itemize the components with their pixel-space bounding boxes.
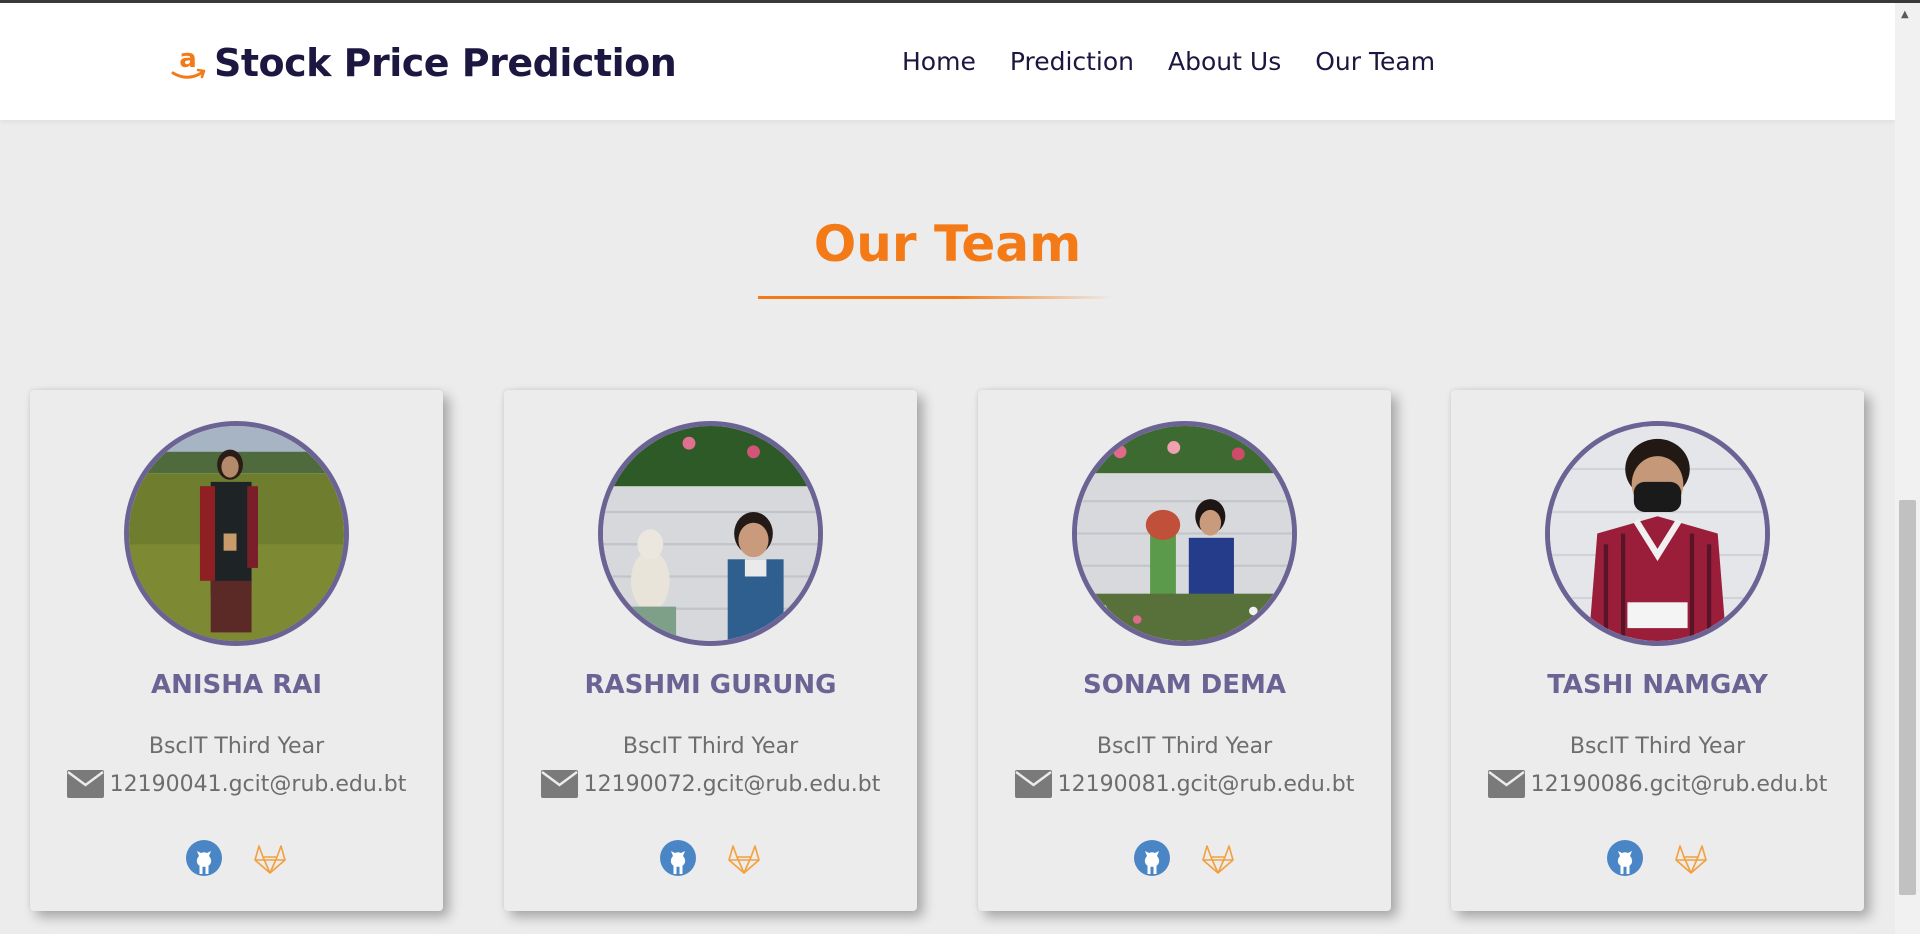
nav-link-about-us[interactable]: About Us: [1168, 47, 1281, 76]
member-email-row: 12190081.gcit@rub.edu.bt: [978, 770, 1391, 798]
amazon-a-icon: a: [171, 44, 206, 79]
member-email[interactable]: 12190041.gcit@rub.edu.bt: [110, 772, 407, 797]
team-card: SONAM DEMA BscIT Third Year 12190081.gci…: [978, 390, 1391, 911]
envelope-icon: [1487, 770, 1525, 798]
member-role: BscIT Third Year: [1569, 734, 1746, 759]
social-links: [30, 840, 443, 876]
member-role: BscIT Third Year: [622, 734, 799, 759]
team-card: ANISHA RAI BscIT Third Year 12190041.gci…: [30, 390, 443, 911]
gitlab-icon[interactable]: [1673, 840, 1709, 876]
member-name: RASHMI GURUNG: [584, 670, 837, 700]
team-card: RASHMI GURUNG BscIT Third Year 12190072.…: [504, 390, 917, 911]
member-photo: [598, 421, 823, 646]
member-email[interactable]: 12190086.gcit@rub.edu.bt: [1531, 772, 1828, 797]
social-links: [1451, 840, 1864, 876]
social-links: [978, 840, 1391, 876]
team-card: TASHI NAMGAY BscIT Third Year 12190086.g…: [1451, 390, 1864, 911]
member-email-row: 12190086.gcit@rub.edu.bt: [1451, 770, 1864, 798]
member-name: TASHI NAMGAY: [1547, 670, 1768, 700]
envelope-icon: [66, 770, 104, 798]
member-name: SONAM DEMA: [1083, 670, 1286, 700]
github-icon[interactable]: [659, 840, 696, 876]
gitlab-icon[interactable]: [726, 840, 762, 876]
member-photo: [1072, 421, 1297, 646]
title-underline: [758, 296, 1113, 299]
gitlab-icon[interactable]: [1200, 840, 1236, 876]
member-role: BscIT Third Year: [148, 734, 325, 759]
github-icon[interactable]: [1606, 840, 1643, 876]
scrollbar-thumb[interactable]: [1899, 500, 1916, 895]
brand-title: Stock Price Prediction: [214, 41, 677, 85]
navbar: a Stock Price Prediction Home Prediction…: [0, 3, 1895, 120]
nav-link-home[interactable]: Home: [902, 47, 976, 76]
member-photo: [124, 421, 349, 646]
section-title: Our Team: [813, 215, 1082, 273]
main-nav: Home Prediction About Us Our Team: [902, 47, 1435, 76]
svg-text:a: a: [179, 44, 197, 74]
member-name: ANISHA RAI: [150, 670, 323, 700]
member-email[interactable]: 12190072.gcit@rub.edu.bt: [584, 772, 881, 797]
github-icon[interactable]: [185, 840, 222, 876]
scroll-up-arrow-icon[interactable]: ▲: [1901, 9, 1909, 20]
member-email[interactable]: 12190081.gcit@rub.edu.bt: [1058, 772, 1355, 797]
gitlab-icon[interactable]: [252, 840, 288, 876]
nav-link-our-team[interactable]: Our Team: [1315, 47, 1435, 76]
envelope-icon: [1014, 770, 1052, 798]
member-email-row: 12190072.gcit@rub.edu.bt: [504, 770, 917, 798]
github-icon[interactable]: [1133, 840, 1170, 876]
nav-link-prediction[interactable]: Prediction: [1010, 47, 1134, 76]
member-email-row: 12190041.gcit@rub.edu.bt: [30, 770, 443, 798]
envelope-icon: [540, 770, 578, 798]
social-links: [504, 840, 917, 876]
member-role: BscIT Third Year: [1096, 734, 1273, 759]
page-scrollbar[interactable]: ▲: [1895, 3, 1920, 934]
brand[interactable]: a Stock Price Prediction: [170, 41, 677, 85]
member-photo: [1545, 421, 1770, 646]
